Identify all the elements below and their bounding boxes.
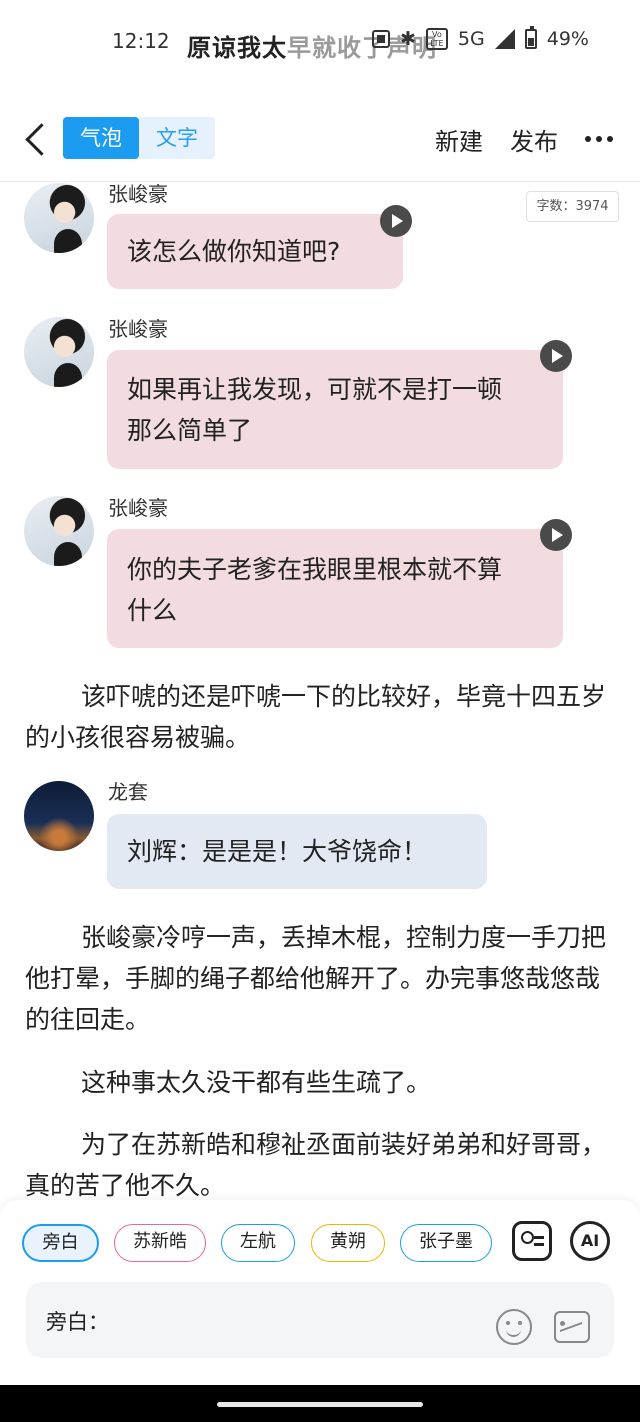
tab-bubble[interactable]: 气泡 [63, 117, 139, 159]
speaker-name: 张峻豪 [108, 496, 168, 520]
signal-icon [494, 29, 515, 49]
speaker-name: 张峻豪 [108, 317, 168, 341]
home-indicator[interactable] [217, 1402, 423, 1407]
bubble-text: 该怎么做你知道吧? [127, 237, 341, 266]
play-icon[interactable] [540, 519, 572, 551]
status-bar: 12:12 原谅我太早就收了声明 ✱ Vo LTE 5G 49% [0, 0, 640, 84]
contact-icon[interactable] [512, 1221, 552, 1261]
bubble-text-line: 你的夫子老爹在我眼里根本就不算 [127, 555, 503, 584]
speaker-name: 张峻豪 [108, 182, 168, 206]
screenshot-icon [372, 30, 390, 48]
battery-level: 49% [546, 28, 589, 50]
chat-bubble[interactable]: 如果再让我发现，可就不是打一顿 那么简单了 [107, 350, 563, 469]
character-chip[interactable]: 黄朔 [311, 1224, 385, 1262]
back-icon[interactable] [22, 122, 52, 158]
avatar[interactable] [24, 781, 94, 851]
character-chip[interactable]: 苏新皓 [114, 1224, 206, 1262]
chat-bubble[interactable]: 该怎么做你知道吧? [107, 214, 403, 289]
new-button[interactable]: 新建 [435, 122, 483, 157]
play-icon[interactable] [540, 340, 572, 372]
mode-toggle: 气泡 文字 [63, 117, 215, 159]
narration-paragraph: 张峻豪冷哼一声，丢掉木棍，控制力度一手刀把他打晕，手脚的绳子都给他解开了。办完事… [25, 923, 607, 1034]
notification-title-dark: 原谅我太 [187, 34, 287, 62]
avatar[interactable] [24, 496, 94, 566]
bubble-text-line: 什么 [127, 596, 178, 625]
word-count-badge: 字数：3974 [526, 191, 619, 222]
character-chip[interactable]: 张子墨 [400, 1224, 492, 1262]
emoji-icon[interactable] [496, 1309, 532, 1345]
bubble-text: 刘辉：是是是！大爷饶命！ [127, 837, 428, 866]
message-input[interactable]: 旁白： [26, 1282, 614, 1358]
tab-text[interactable]: 文字 [139, 117, 215, 159]
input-role-label: 旁白： [46, 1310, 109, 1334]
ai-icon[interactable]: AI [570, 1221, 610, 1261]
speaker-name: 龙套 [108, 780, 148, 804]
narration-paragraph: 为了在苏新皓和穆祉丞面前装好弟弟和好哥哥，真的苦了他不久。 [25, 1130, 607, 1200]
header: 气泡 文字 新建 发布 [0, 100, 640, 182]
image-icon[interactable] [554, 1311, 590, 1343]
play-icon[interactable] [380, 205, 412, 237]
system-nav-bar [0, 1385, 640, 1422]
narration-paragraph: 这种事太久没干都有些生疏了。 [81, 1068, 432, 1097]
bubble-text-line: 那么简单了 [127, 416, 253, 445]
chat-bubble[interactable]: 刘辉：是是是！大爷饶命！ [107, 814, 487, 889]
bubble-text-line: 如果再让我发现，可就不是打一顿 [127, 375, 503, 404]
avatar[interactable] [24, 317, 94, 387]
status-time: 12:12 [112, 29, 170, 53]
publish-button[interactable]: 发布 [510, 122, 558, 157]
chat-bubble[interactable]: 你的夫子老爹在我眼里根本就不算 什么 [107, 529, 563, 648]
more-icon[interactable] [585, 136, 613, 142]
compose-panel: 旁白 苏新皓 左航 黄朔 张子墨 AI 旁白： [0, 1200, 640, 1385]
battery-icon [524, 26, 537, 49]
character-chip[interactable]: 左航 [221, 1224, 295, 1262]
volte-icon: Vo LTE [425, 28, 448, 50]
narration-paragraph: 该吓唬的还是吓唬一下的比较好，毕竟十四五岁的小孩很容易被骗。 [25, 682, 607, 752]
bluetooth-icon: ✱ [400, 28, 416, 50]
network-type: 5G [457, 28, 485, 50]
character-chip-narrator[interactable]: 旁白 [22, 1224, 99, 1262]
status-icons: ✱ Vo LTE 5G 49% [372, 26, 589, 50]
avatar[interactable] [24, 183, 94, 253]
